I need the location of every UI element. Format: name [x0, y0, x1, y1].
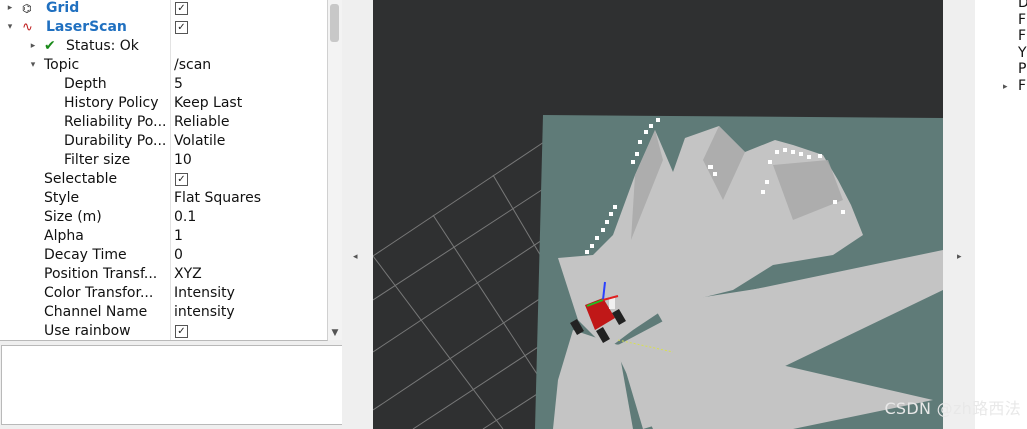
tree-row[interactable]: ▸ ⌬ Grid ✓ [0, 0, 327, 18]
displays-panel: ▸ ⌬ Grid ✓ ▾ ∿ LaserScan ✓ ▸ ✔ Status: Ok ▾ Topic/sc… [0, 0, 343, 429]
property-name: History Policy [64, 95, 159, 111]
collapsed-arrow-icon[interactable]: ▸ [28, 37, 38, 56]
property-name: Selectable [44, 171, 118, 187]
enable-checkbox[interactable]: ✓ [175, 325, 188, 338]
view-property-label[interactable]: D [1018, 0, 1027, 12]
tree-row[interactable]: ▾ ∿ LaserScan ✓ [0, 18, 327, 37]
enable-checkbox[interactable]: ✓ [175, 21, 188, 34]
property-name: LaserScan [46, 19, 127, 35]
tree-row[interactable]: Style Flat Squares [0, 189, 327, 208]
right-splitter[interactable]: ▸ [943, 0, 975, 429]
view-property-label[interactable]: P [1018, 61, 1026, 78]
property-name: Color Transfor... [44, 285, 154, 301]
view-property-label[interactable]: F [1018, 78, 1026, 95]
tree-scrollbar[interactable]: ▼ [327, 0, 342, 340]
scene-render [373, 115, 943, 429]
expanded-arrow-icon[interactable]: ▾ [28, 56, 38, 75]
tree-row[interactable]: Size (m) 0.1 [0, 208, 327, 227]
view-property-label[interactable]: F [1018, 12, 1026, 29]
check-mark-icon: ✔ [44, 38, 56, 54]
property-value[interactable]: 0.1 [174, 208, 196, 227]
property-name: Topic [44, 57, 80, 73]
scroll-down-arrow-icon[interactable]: ▼ [328, 326, 342, 340]
tree-row[interactable]: Color Transfor... Intensity [0, 284, 327, 303]
property-value[interactable]: Intensity [174, 284, 235, 303]
scrollbar-thumb[interactable] [330, 4, 339, 42]
3d-viewport[interactable] [373, 0, 943, 429]
property-name: Depth [64, 76, 107, 92]
property-name: Filter size [64, 152, 131, 168]
enable-checkbox[interactable]: ✓ [175, 2, 188, 15]
property-value[interactable]: XYZ [174, 265, 202, 284]
property-value[interactable]: Reliable [174, 113, 229, 132]
property-name: Channel Name [44, 304, 148, 320]
property-value[interactable]: /scan [174, 56, 211, 75]
tree-row[interactable]: Decay Time 0 [0, 246, 327, 265]
property-value[interactable]: 10 [174, 151, 192, 170]
property-name: Size (m) [44, 209, 102, 225]
property-value[interactable]: Flat Squares [174, 189, 261, 208]
tree-row[interactable]: ▸ ✔ Status: Ok [0, 37, 327, 56]
property-value[interactable]: intensity [174, 303, 235, 322]
property-value[interactable]: 1 [174, 227, 183, 246]
property-name: Status: Ok [66, 38, 139, 54]
grid-icon: ⌬ [22, 2, 32, 15]
collapsed-arrow-icon[interactable]: ▸ [5, 0, 15, 18]
displays-tree: ▸ ⌬ Grid ✓ ▾ ∿ LaserScan ✓ ▸ ✔ Status: Ok ▾ Topic/sc… [0, 0, 328, 341]
property-name: Grid [46, 0, 80, 16]
collapsed-arrow-icon[interactable]: ▸ [1003, 82, 1008, 92]
tree-row[interactable]: Depth 5 [0, 75, 327, 94]
property-value[interactable]: 0 [174, 246, 183, 265]
tree-row[interactable]: Channel Name intensity [0, 303, 327, 322]
tree-row[interactable]: Use rainbow ✓ [0, 322, 327, 340]
property-name: Style [44, 190, 80, 206]
view-property-label[interactable]: F [1018, 28, 1026, 45]
tree-row[interactable]: Selectable ✓ [0, 170, 327, 189]
tree-row[interactable]: History Policy Keep Last [0, 94, 327, 113]
description-box [1, 345, 343, 425]
property-name: Durability Po... [64, 133, 167, 149]
property-name: Position Transf... [44, 266, 158, 282]
tree-row[interactable]: Alpha 1 [0, 227, 327, 246]
property-name: Alpha [44, 228, 84, 244]
view-property-label[interactable]: Y [1018, 45, 1027, 62]
enable-checkbox[interactable]: ✓ [175, 173, 188, 186]
tree-row[interactable]: Reliability Po... Reliable [0, 113, 327, 132]
tree-row[interactable]: Durability Po... Volatile [0, 132, 327, 151]
tree-row[interactable]: Filter size 10 [0, 151, 327, 170]
left-splitter[interactable]: ◂ [342, 0, 373, 429]
views-panel: D F F Y P F ▸ [975, 0, 1027, 429]
property-value[interactable]: 5 [174, 75, 183, 94]
collapse-left-icon[interactable]: ◂ [353, 252, 358, 262]
laserscan-icon: ∿ [22, 20, 33, 35]
watermark: CSDN @zh路西法 [884, 399, 1021, 418]
expanded-arrow-icon[interactable]: ▾ [5, 18, 15, 37]
property-name: Decay Time [44, 247, 127, 263]
property-name: Use rainbow [44, 323, 131, 339]
tree-row[interactable]: Position Transf... XYZ [0, 265, 327, 284]
property-name: Reliability Po... [64, 114, 167, 130]
collapse-right-icon[interactable]: ▸ [957, 252, 962, 262]
property-value[interactable]: Volatile [174, 132, 225, 151]
tree-row[interactable]: ▾ Topic/scan [0, 56, 327, 75]
property-value[interactable]: Keep Last [174, 94, 242, 113]
